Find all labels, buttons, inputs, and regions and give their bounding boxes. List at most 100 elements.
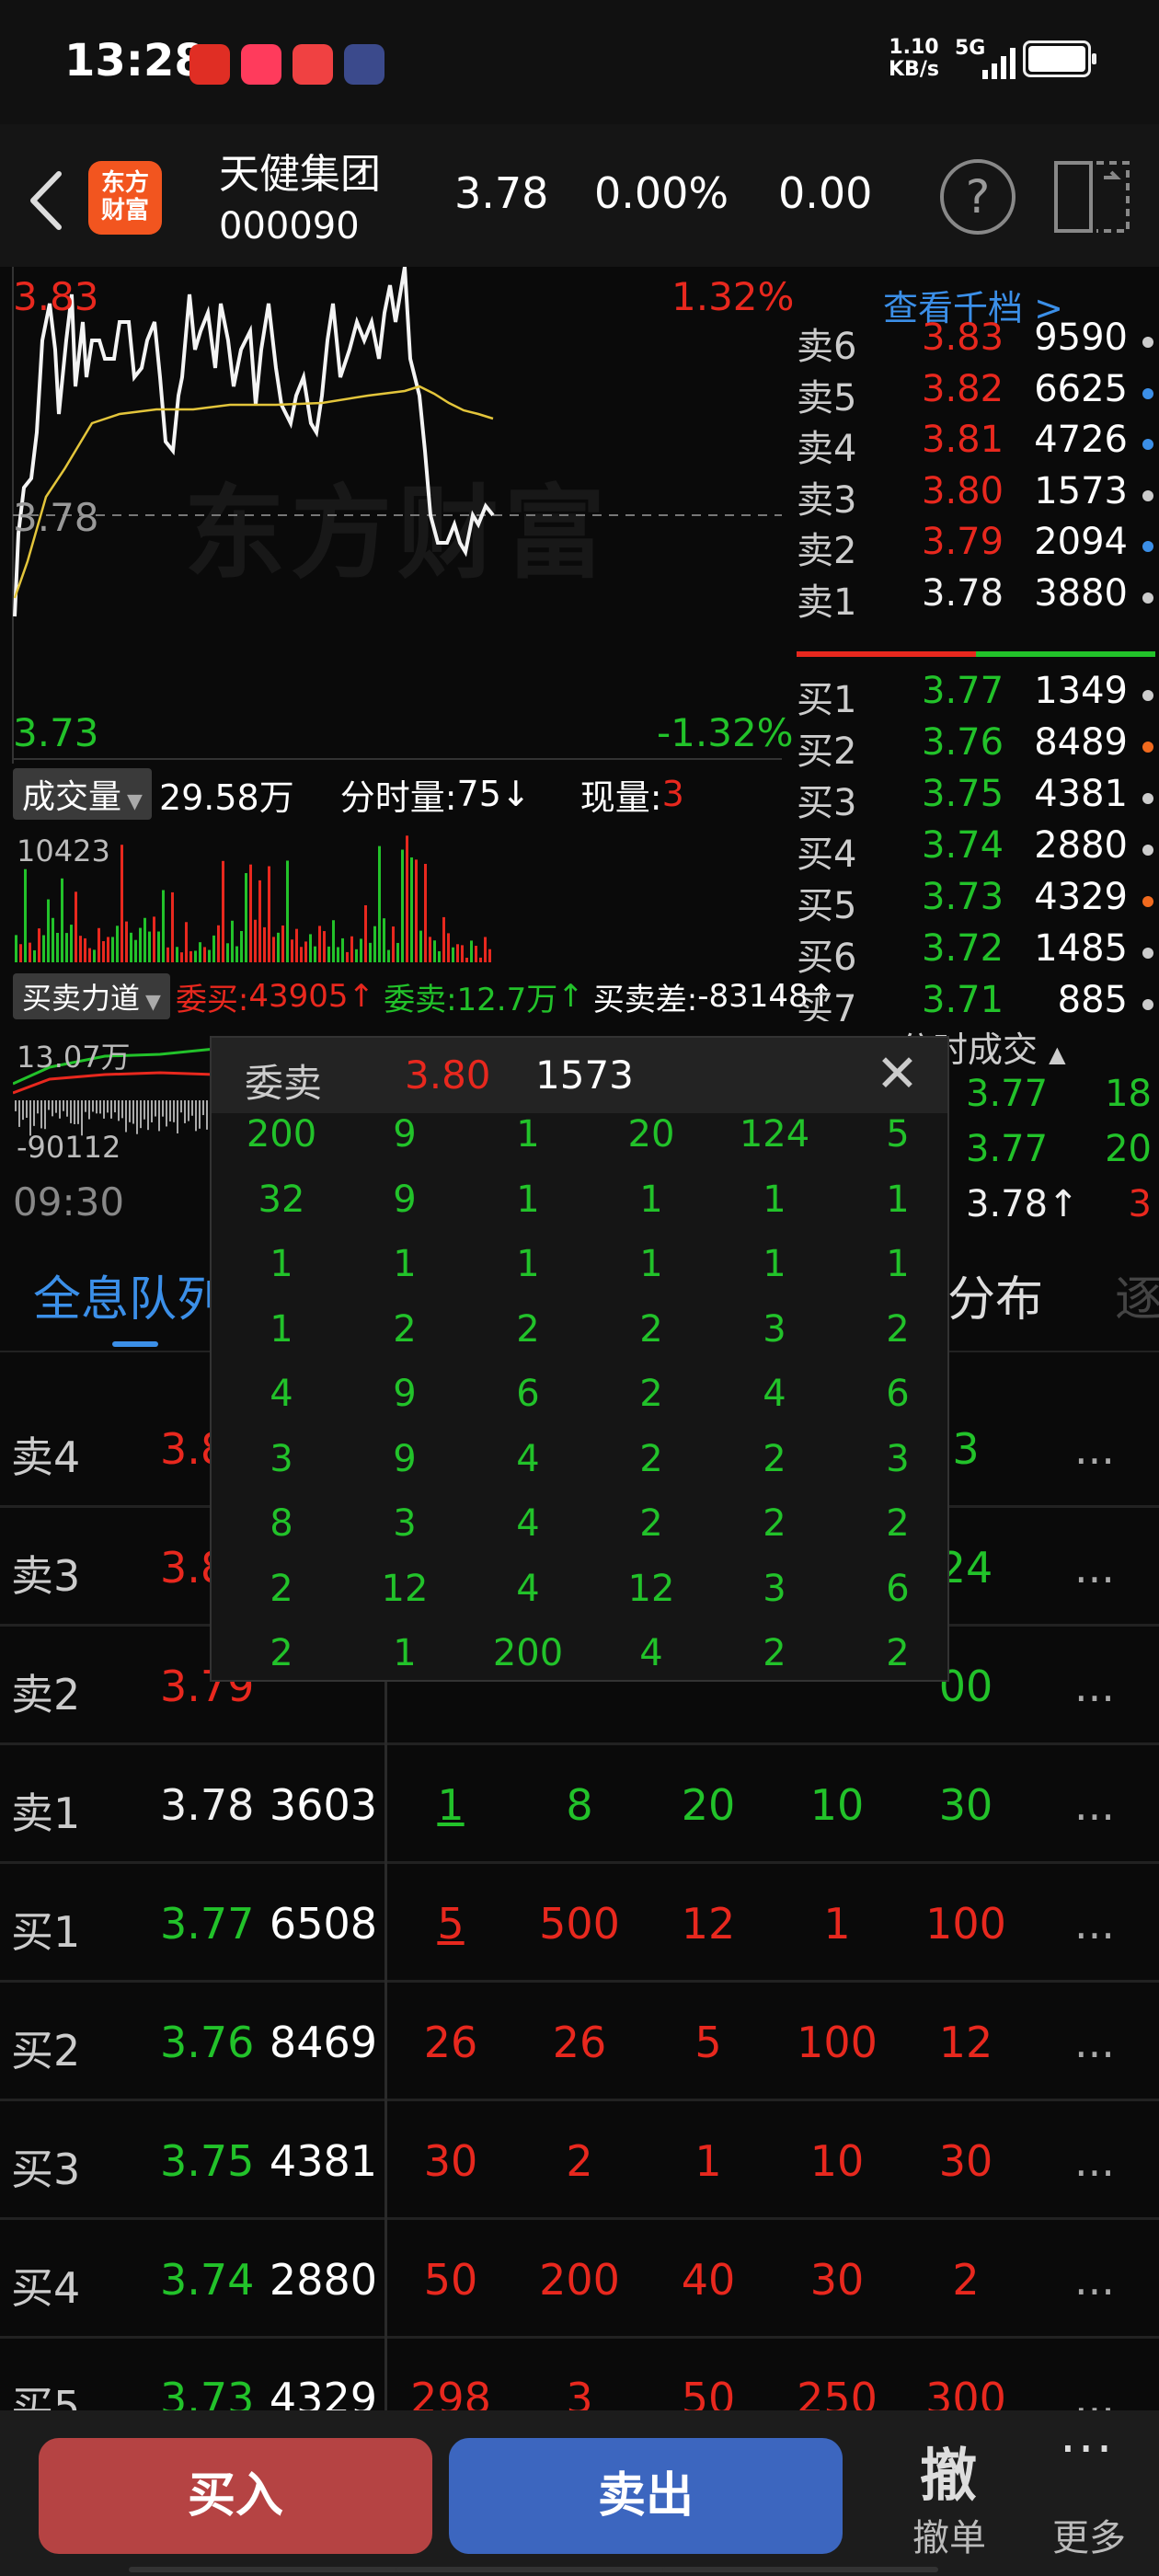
bid-level-row[interactable]: 买3 3.75 4381	[793, 773, 1159, 824]
queue-order-cell[interactable]: 100	[901, 1899, 1030, 1949]
force-histogram-bar	[26, 1100, 28, 1118]
volume-bar	[130, 932, 132, 962]
more-icon[interactable]: ···	[1060, 2420, 1114, 2479]
level-dot-icon	[1142, 489, 1153, 501]
queue-order-cell[interactable]: 500	[515, 1899, 644, 1949]
volume-bar	[24, 868, 27, 962]
help-icon[interactable]: ?	[940, 159, 1016, 235]
queue-row[interactable]: 买1 3.77 6508 5 500 12 1 100...	[0, 1864, 1159, 1983]
queue-order-cell[interactable]: 26	[515, 2018, 644, 2067]
queue-order-cell[interactable]: 12	[644, 1899, 773, 1949]
cancel-order-icon[interactable]: 撤	[920, 2429, 977, 2512]
ask-level-row[interactable]: 卖3 3.80 1573	[793, 470, 1159, 522]
bid-level-row[interactable]: 买7 3.71 885	[793, 979, 1159, 1021]
bid-level-row[interactable]: 买1 3.77 1349	[793, 670, 1159, 721]
popup-order-cell: 1	[886, 1243, 910, 1285]
tab-full-queue[interactable]: 全息队列	[33, 1260, 224, 1329]
bid-level-row[interactable]: 买6 3.72 1485	[793, 927, 1159, 979]
queue-order-cell[interactable]: 1	[644, 2136, 773, 2186]
popup-order-cell: 5	[886, 1113, 910, 1156]
queue-order-cell[interactable]: 30	[386, 2136, 515, 2186]
volume-bar	[415, 859, 418, 962]
intraday-chart[interactable]: 东方财富 3.83 1.32% 3.78 3.73 -1.32%	[0, 267, 794, 764]
level-label: 买7	[797, 988, 857, 1021]
force-histogram-bar	[96, 1100, 98, 1114]
ask-level-row[interactable]: 卖1 3.78 3880	[793, 572, 1159, 624]
bid-level-row[interactable]: 买5 3.73 4329	[793, 876, 1159, 927]
popup-order-cell: 4	[516, 1567, 540, 1610]
volume-bar	[157, 931, 160, 962]
level-price: 3.80	[922, 469, 1004, 512]
queue-order-cell[interactable]: 26	[386, 2018, 515, 2067]
ask-level-row[interactable]: 卖4 3.81 4726	[793, 419, 1159, 470]
queue-order-cell[interactable]: 2	[515, 2136, 644, 2186]
header-change: 0.00	[778, 168, 873, 218]
queue-more-icon[interactable]: ...	[1074, 1899, 1115, 1949]
queue-order-cell[interactable]: 5	[386, 1899, 515, 1949]
stock-code: 000090	[219, 205, 360, 247]
queue-order-cell[interactable]: 10	[773, 1780, 901, 1830]
level-price: 3.81	[922, 419, 1004, 461]
sell-button[interactable]: 卖出	[449, 2438, 843, 2554]
popup-order-cell: 4	[763, 1373, 786, 1415]
volume-bar	[194, 950, 197, 962]
queue-order-cell[interactable]: 30	[901, 1780, 1030, 1830]
queue-order-cell[interactable]: 50	[386, 2255, 515, 2305]
queue-more-icon[interactable]: ...	[1074, 1543, 1115, 1593]
queue-more-icon[interactable]: ...	[1074, 1780, 1115, 1830]
buy-button[interactable]: 买入	[39, 2438, 432, 2554]
volume-bar	[107, 937, 109, 962]
queue-order-cell[interactable]: 40	[644, 2255, 773, 2305]
queue-row[interactable]: 卖1 3.78 3603 1 8 20 10 30...	[0, 1745, 1159, 1864]
queue-order-cell[interactable]: 1	[386, 1780, 515, 1830]
queue-order-cell[interactable]: 5	[644, 2018, 773, 2067]
force-histogram-bar	[195, 1100, 197, 1132]
tab-distribution[interactable]: 分布	[947, 1260, 1043, 1329]
force-histogram-bar	[140, 1100, 142, 1129]
level-dot-icon	[1142, 592, 1153, 604]
ask-level-row[interactable]: 卖5 3.82 6625	[793, 368, 1159, 420]
back-arrow-icon[interactable]	[26, 168, 66, 233]
tab-tick-by-tick[interactable]: 逐	[1115, 1260, 1159, 1329]
caret-down-icon: ▼	[145, 991, 161, 1014]
queue-order-cell[interactable]: 1	[773, 1899, 901, 1949]
queue-row[interactable]: 买2 3.76 8469 26 26 5 100 12...	[0, 1983, 1159, 2101]
more-button[interactable]: 更多	[1052, 2508, 1126, 2561]
ask-level-row[interactable]: 卖2 3.79 2094	[793, 521, 1159, 572]
volume-selector[interactable]: 成交量 ▼	[13, 768, 152, 820]
popup-order-cell: 1	[886, 1178, 910, 1221]
volume-bar	[295, 928, 298, 962]
queue-order-cell[interactable]: 2	[901, 2255, 1030, 2305]
cancel-order-button[interactable]: 撤单	[912, 2508, 986, 2561]
ask-level-row[interactable]: 卖6 3.83 9590	[793, 316, 1159, 368]
close-icon[interactable]: ✕	[876, 1047, 919, 1102]
queue-more-icon[interactable]: ...	[1074, 1662, 1115, 1711]
bid-level-row[interactable]: 买2 3.76 8489	[793, 721, 1159, 773]
layout-switch-icon[interactable]	[1052, 159, 1131, 235]
queue-order-cell[interactable]: 8	[515, 1780, 644, 1830]
popup-order-cell: 3	[886, 1437, 910, 1480]
queue-row[interactable]: 买4 3.74 2880 50 200 40 30 2...	[0, 2220, 1159, 2339]
queue-order-cell[interactable]: 12	[901, 2018, 1030, 2067]
queue-order-cell[interactable]: 200	[515, 2255, 644, 2305]
popup-order-cell: 2	[886, 1632, 910, 1674]
queue-order-cell[interactable]: 30	[901, 2136, 1030, 2186]
queue-more-icon[interactable]: ...	[1074, 2136, 1115, 2186]
volume-bar	[254, 919, 257, 962]
queue-more-icon[interactable]: ...	[1074, 2018, 1115, 2067]
queue-order-cell[interactable]: 100	[773, 2018, 901, 2067]
queue-order-cell[interactable]: 20	[644, 1780, 773, 1830]
queue-row[interactable]: 买3 3.75 4381 30 2 1 10 30...	[0, 2101, 1159, 2220]
queue-more-icon[interactable]: ...	[1074, 2255, 1115, 2305]
queue-order-cell[interactable]: 10	[773, 2136, 901, 2186]
force-histogram-bar	[180, 1100, 182, 1113]
queue-more-icon[interactable]: ...	[1074, 1424, 1115, 1474]
volume-bar	[447, 933, 450, 962]
bid-level-row[interactable]: 买4 3.74 2880	[793, 824, 1159, 876]
volume-bar	[143, 917, 146, 962]
volume-chart: 10423	[13, 826, 789, 964]
force-selector[interactable]: 买卖力道 ▼	[13, 973, 170, 1019]
queue-order-cell[interactable]: 30	[773, 2255, 901, 2305]
popup-order-cell: 6	[886, 1373, 910, 1415]
stock-name[interactable]: 天健集团	[219, 141, 381, 200]
